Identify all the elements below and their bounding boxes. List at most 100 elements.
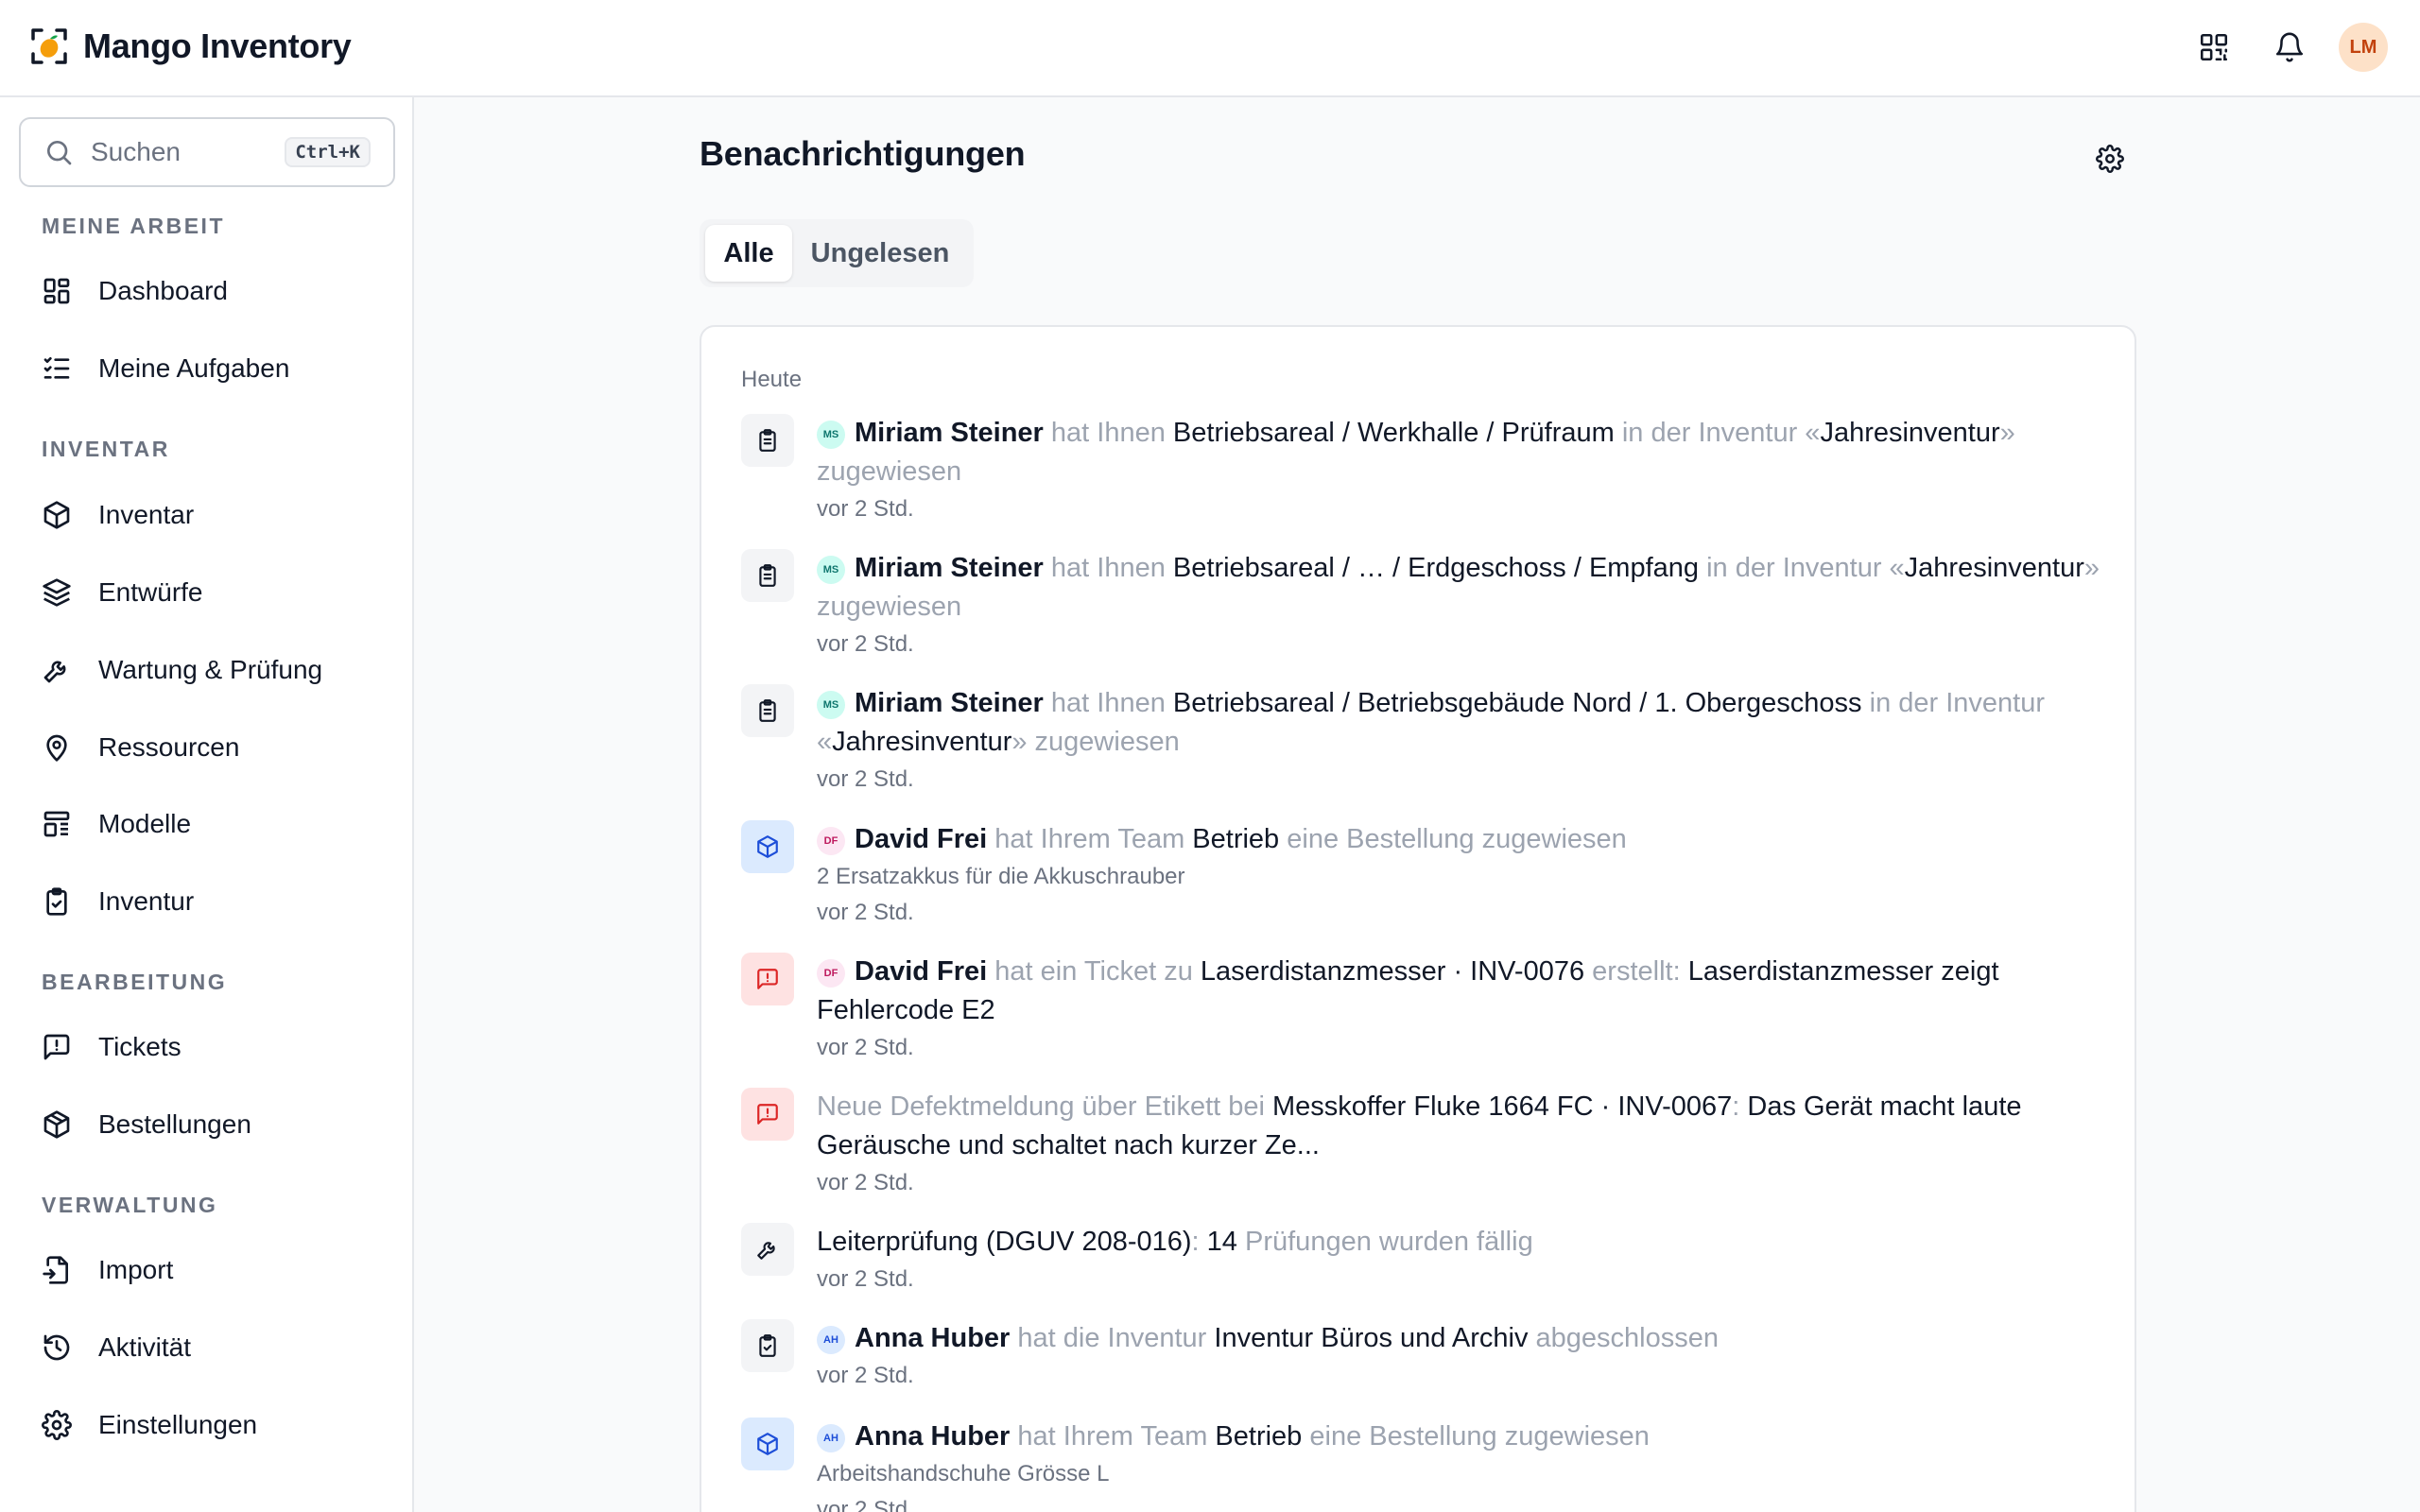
sidebar-item-inventar[interactable]: Inventar — [42, 491, 194, 539]
tab-all[interactable]: Alle — [705, 225, 792, 282]
sidebar-item-label: Import — [98, 1255, 174, 1284]
message-text: in der Inventur « — [1706, 553, 1905, 583]
package-icon — [43, 1110, 70, 1139]
sidebar-item-aktivitaet[interactable]: Aktivität — [42, 1324, 191, 1371]
location-link[interactable]: Betriebsareal / … / Erdgeschoss / Empfan… — [1173, 553, 1699, 583]
avatar: MS — [817, 556, 845, 584]
sidebar-item-label: Entwürfe — [98, 577, 203, 607]
actor-name[interactable]: Anna Huber — [855, 1421, 1010, 1452]
notification-type-badge — [741, 1088, 794, 1141]
message-alert-icon — [757, 1104, 778, 1125]
sidebar-item-dashboard[interactable]: Dashboard — [42, 267, 228, 315]
notification-type-badge — [741, 414, 794, 467]
sidebar-item-ressourcen[interactable]: Ressourcen — [42, 724, 239, 771]
sidebar-item-bestellungen[interactable]: Bestellungen — [42, 1101, 251, 1148]
sidebar-item-label: Einstellungen — [98, 1410, 258, 1439]
message-text: Neue Defektmeldung über Etikett bei — [817, 1091, 1265, 1122]
sidebar-item-aufgaben[interactable]: Meine Aufgaben — [42, 345, 289, 392]
timestamp: vor 2 Std. — [817, 1363, 914, 1388]
message-text: hat die Inventur — [1017, 1323, 1207, 1353]
section-meine-arbeit: MEINE ARBEIT — [42, 214, 225, 238]
clipboard-icon — [759, 429, 776, 452]
gear-icon — [42, 1410, 72, 1440]
clipboard-icon — [759, 564, 776, 587]
tab-unread[interactable]: Ungelesen — [792, 225, 968, 282]
sidebar-item-label: Inventur — [98, 886, 195, 916]
actor-name[interactable]: Miriam Steiner — [855, 688, 1044, 718]
dashboard-icon — [43, 278, 70, 304]
sidebar-item-modelle[interactable]: Modelle — [42, 800, 191, 848]
sidebar-item-wartung[interactable]: Wartung & Prüfung — [42, 646, 322, 694]
gear-icon — [2096, 145, 2124, 173]
wrench-icon — [43, 661, 66, 683]
clipboard-check-icon — [46, 887, 67, 916]
asset-link[interactable]: Messkoffer Fluke 1664 FC · INV-0067 — [1272, 1091, 1732, 1122]
sidebar-item-label: Wartung & Prüfung — [98, 655, 323, 684]
actor-name[interactable]: Anna Huber — [855, 1323, 1010, 1353]
brand[interactable]: Mango Inventory — [30, 26, 352, 66]
team-link[interactable]: Betrieb — [1215, 1421, 1302, 1452]
sidebar-item-import[interactable]: Import — [42, 1246, 173, 1294]
timestamp: vor 2 Std. — [817, 1170, 914, 1195]
notifications-button[interactable] — [2263, 21, 2316, 74]
timestamp: vor 2 Std. — [817, 631, 914, 657]
sidebar-item-label: Meine Aufgaben — [98, 353, 290, 383]
notification-type-badge — [741, 820, 794, 873]
notification-type-badge — [741, 1223, 794, 1276]
message-text: hat Ihnen — [1050, 418, 1166, 448]
message-text: hat Ihnen — [1050, 553, 1166, 583]
top-header: Mango Inventory LM — [0, 0, 2420, 97]
actor-name[interactable]: David Frei — [855, 956, 987, 987]
search-icon — [47, 141, 72, 165]
search-placeholder: Suchen — [91, 137, 181, 166]
template-icon — [43, 811, 70, 837]
message-text: hat Ihnen — [1050, 688, 1166, 718]
sidebar-item-entwuerfe[interactable]: Entwürfe — [42, 569, 203, 616]
message-text: abgeschlossen — [1535, 1323, 1720, 1353]
avatar: AH — [817, 1424, 845, 1452]
message-text: hat ein Ticket zu — [994, 956, 1193, 987]
inventory-link[interactable]: Jahresinventur — [1820, 418, 1999, 448]
location-link[interactable]: Betriebsareal / Werkhalle / Prüfraum — [1173, 418, 1615, 448]
message-text: in der Inventur « — [1621, 418, 1821, 448]
team-link[interactable]: Betrieb — [1192, 824, 1279, 854]
qr-scan-button[interactable] — [2187, 21, 2240, 74]
inspection-link[interactable]: Leiterprüfung (DGUV 208-016) — [817, 1227, 1192, 1257]
asset-link[interactable]: Laserdistanzmesser · INV-0076 — [1201, 956, 1584, 987]
inventory-link[interactable]: Jahresinventur — [1905, 553, 2084, 583]
timestamp: vor 2 Std. — [817, 496, 914, 522]
shortcut-badge: Ctrl+K — [285, 137, 371, 167]
location-link[interactable]: Betriebsareal / Betriebsgebäude Nord / 1… — [1173, 688, 1862, 718]
actor-name[interactable]: David Frei — [855, 824, 987, 854]
inventory-link[interactable]: Inventur Büros und Archiv — [1214, 1323, 1528, 1353]
notification-type-badge — [741, 549, 794, 602]
bell-icon — [2275, 32, 2304, 62]
message-alert-icon — [757, 969, 778, 989]
order-description: 2 Ersatzakkus für die Akkuschrauber — [817, 864, 1185, 889]
sidebar-item-label: Aktivität — [98, 1332, 192, 1362]
search-input[interactable]: Suchen Ctrl+K — [19, 117, 395, 187]
notification-settings-button[interactable] — [2091, 140, 2129, 178]
layers-icon — [43, 578, 71, 607]
sidebar-item-tickets[interactable]: Tickets — [42, 1023, 182, 1071]
actor-name[interactable]: Miriam Steiner — [855, 418, 1044, 448]
user-avatar[interactable]: LM — [2339, 23, 2388, 72]
message-text: : — [1732, 1091, 1740, 1122]
clipboard-icon — [759, 699, 776, 722]
wrench-icon — [757, 1242, 775, 1260]
message-text: Prüfungen wurden fällig — [1245, 1227, 1533, 1257]
message-alert-icon — [43, 1034, 70, 1060]
avatar: MS — [817, 691, 845, 719]
avatar: DF — [817, 827, 845, 855]
qr-code-icon — [2200, 33, 2228, 61]
sidebar-item-inventur[interactable]: Inventur — [42, 878, 194, 925]
task-list-icon — [43, 357, 70, 379]
message-text: eine Bestellung zugewiesen — [1309, 1421, 1650, 1452]
avatar: MS — [817, 421, 845, 449]
message-text: hat Ihrem Team — [994, 824, 1185, 854]
sidebar-item-einstellungen[interactable]: Einstellungen — [42, 1401, 257, 1449]
inventory-link[interactable]: Jahresinventur — [832, 727, 1011, 757]
due-count: 14 — [1206, 1227, 1237, 1257]
actor-name[interactable]: Miriam Steiner — [855, 553, 1044, 583]
box-icon — [43, 501, 70, 529]
